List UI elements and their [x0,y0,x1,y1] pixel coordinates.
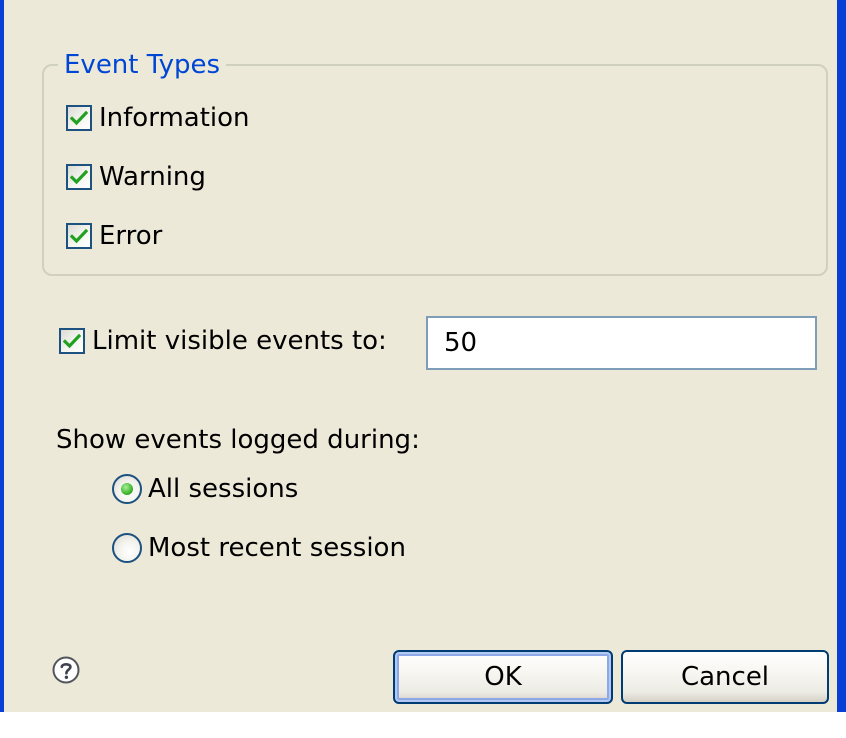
cancel-button[interactable]: Cancel [621,650,829,704]
recent-session-radio-row[interactable]: Most recent session [112,530,406,566]
recent-session-label: Most recent session [148,533,406,563]
limit-events-checkbox-row[interactable]: Limit visible events to: [59,324,387,358]
limit-events-label: Limit visible events to: [92,326,387,356]
error-checkbox-row[interactable]: Error [66,219,162,253]
radio-selected-dot [121,483,133,495]
error-checkbox[interactable] [66,223,92,249]
information-label: Information [99,103,250,133]
window-frame-left [0,0,4,712]
warning-checkbox[interactable] [66,164,92,190]
limit-events-checkbox[interactable] [59,328,85,354]
event-types-legend: Event Types [58,48,227,82]
help-icon[interactable] [52,656,80,684]
filter-dialog: Event Types Information Warning Error Li… [0,0,846,712]
event-limit-input[interactable] [426,316,817,370]
all-sessions-radio-row[interactable]: All sessions [112,471,298,507]
information-checkbox-row[interactable]: Information [66,101,250,135]
all-sessions-label: All sessions [148,474,299,504]
error-label: Error [99,221,163,251]
warning-label: Warning [99,162,206,192]
warning-checkbox-row[interactable]: Warning [66,160,206,194]
check-icon [70,110,88,126]
ok-button[interactable]: OK [393,650,613,704]
window-frame-right [837,0,846,712]
recent-session-radio[interactable] [112,533,142,563]
all-sessions-radio[interactable] [112,474,142,504]
show-events-label: Show events logged during: [56,425,420,455]
information-checkbox[interactable] [66,105,92,131]
check-icon [70,228,88,244]
check-icon [70,169,88,185]
check-icon [63,333,81,349]
